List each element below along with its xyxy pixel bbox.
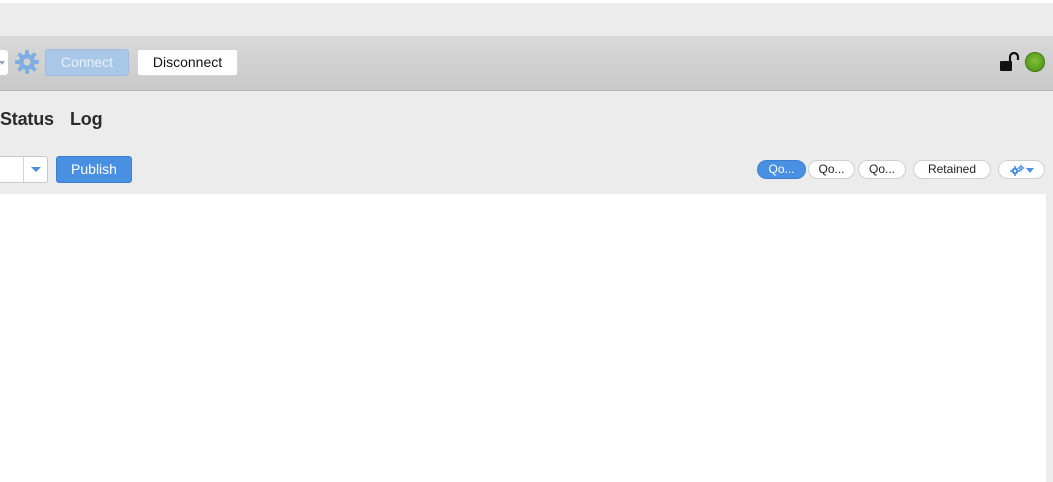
message-view	[0, 194, 1046, 482]
profile-dropdown-arrow[interactable]	[0, 50, 8, 75]
qos-1-toggle[interactable]: Qo...	[808, 160, 855, 179]
retained-toggle[interactable]: Retained	[913, 160, 991, 179]
tab-log[interactable]: Log	[70, 108, 103, 130]
connection-toolbar: Connect Disconnect	[0, 36, 1053, 91]
qos-2-toggle[interactable]: Qo...	[858, 160, 906, 179]
tab-status[interactable]: Status	[0, 108, 54, 130]
window-titlebar	[0, 0, 1053, 36]
topic-history-dropdown[interactable]	[23, 157, 48, 182]
qos-0-toggle[interactable]: Qo...	[757, 160, 806, 179]
unlocked-lock-icon	[1000, 52, 1020, 71]
gear-icon[interactable]	[14, 49, 40, 75]
window-edge	[1046, 194, 1053, 482]
disconnect-button[interactable]: Disconnect	[137, 49, 238, 76]
topic-input[interactable]	[0, 156, 48, 183]
connect-button[interactable]: Connect	[45, 49, 129, 76]
settings-dropdown-icon	[1010, 164, 1034, 176]
publish-options-button[interactable]	[998, 160, 1045, 179]
connection-status-indicator	[1025, 52, 1045, 72]
publish-button[interactable]: Publish	[56, 156, 132, 183]
